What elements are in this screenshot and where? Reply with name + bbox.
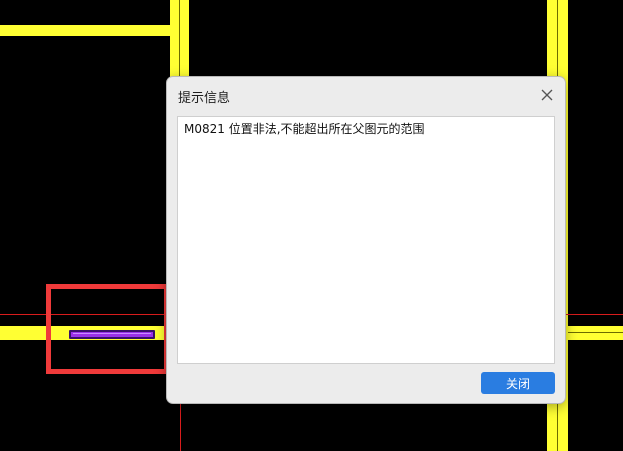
dialog-title: 提示信息: [178, 91, 231, 106]
close-button[interactable]: 关闭: [481, 372, 555, 394]
wall-top-left: [0, 25, 171, 36]
wall-seam: [568, 332, 623, 333]
close-icon[interactable]: [537, 85, 557, 105]
info-dialog: 提示信息 M0821 位置非法,不能超出所在父图元的范围 关闭: [166, 76, 566, 404]
cad-drawing-canvas[interactable]: 提示信息 M0821 位置非法,不能超出所在父图元的范围 关闭: [0, 0, 623, 451]
message-textarea[interactable]: M0821 位置非法,不能超出所在父图元的范围: [177, 116, 555, 364]
error-highlight-box: [46, 284, 169, 374]
